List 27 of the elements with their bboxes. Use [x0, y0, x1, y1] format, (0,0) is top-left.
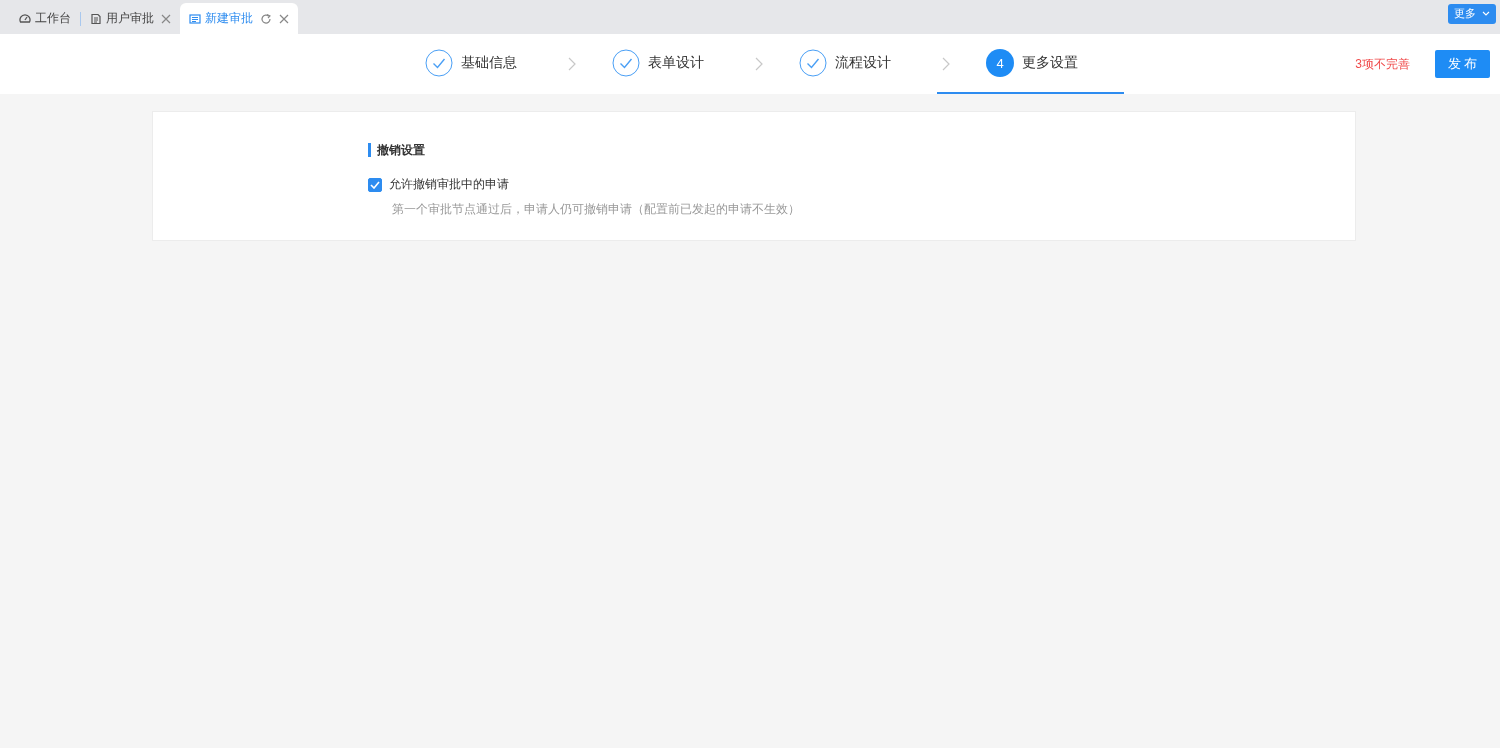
step-tab[interactable]: 4 更多设置: [937, 34, 1124, 94]
checkbox-label: 允许撤销审批中的申请: [389, 176, 509, 193]
gauge-icon: [19, 12, 31, 25]
chevron-right-icon: [755, 57, 763, 71]
checkbox[interactable]: [368, 177, 382, 192]
step-tab[interactable]: 表单设计: [563, 34, 750, 94]
check-circle-icon: [612, 49, 640, 77]
section-title: 撤销设置: [368, 143, 1355, 157]
checkmark-icon: [370, 180, 380, 189]
close-icon: [279, 13, 289, 24]
step-tab[interactable]: 流程设计: [750, 34, 937, 94]
tab[interactable]: 用户审批: [81, 3, 180, 34]
close-icon: [161, 13, 171, 24]
refresh-icon: [260, 12, 272, 25]
warning-text: 3项不完善: [1355, 55, 1410, 73]
step-number: 4: [986, 49, 1014, 77]
step-tab[interactable]: 基础信息: [376, 34, 563, 94]
hint-text: 第一个审批节点通过后，申请人仍可撤销申请（配置前已发起的申请不生效）: [392, 201, 801, 218]
check-circle-icon: [425, 49, 453, 77]
chevron-right-icon: [568, 57, 576, 71]
document-icon: [90, 12, 102, 25]
tab[interactable]: 工作台: [10, 3, 80, 34]
check-circle-icon: [799, 49, 827, 77]
form-icon: [189, 12, 201, 25]
tab[interactable]: 新建审批: [180, 3, 298, 34]
chevron-right-icon: [942, 57, 950, 71]
chevron-down-icon: [1482, 10, 1490, 17]
